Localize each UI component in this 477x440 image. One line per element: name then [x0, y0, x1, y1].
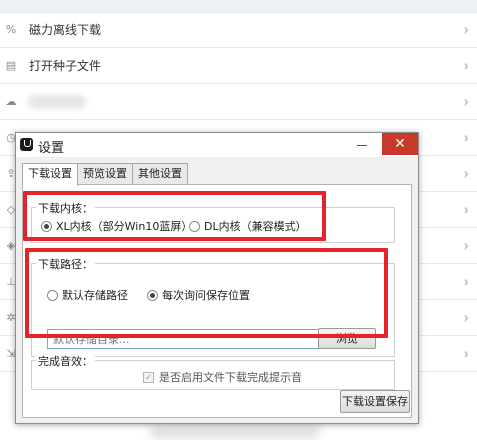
blurred-footer: [150, 425, 320, 439]
dialog-title: 设置: [38, 141, 65, 156]
kernel-option-dl[interactable]: DL内核（兼容模式）: [189, 218, 307, 234]
chevron-right-icon: ›: [463, 164, 469, 183]
kernel-option-xl[interactable]: XL内核（部分Win10蓝屏）: [41, 218, 192, 234]
path-option-ask[interactable]: 每次询问保存位置: [147, 287, 250, 303]
browse-button[interactable]: 浏览: [318, 328, 376, 349]
menu-item-magnet[interactable]: % 磁力离线下载 ›: [0, 12, 477, 48]
sound-checkbox-label: 是否启用文件下载完成提示音: [159, 371, 302, 384]
chevron-right-icon: ›: [463, 200, 469, 219]
sound-checkbox-row[interactable]: ✓ 是否启用文件下载完成提示音: [143, 369, 302, 385]
sound-group-label: 完成音效：: [36, 353, 95, 369]
chevron-right-icon: ›: [463, 272, 469, 291]
minimize-button[interactable]: [348, 133, 376, 155]
path-option-default[interactable]: 默认存储路径: [47, 287, 128, 303]
chevron-right-icon: ›: [463, 308, 469, 327]
sound-group: 完成音效： ✓ 是否启用文件下载完成提示音: [31, 353, 395, 390]
blurred-label: [28, 94, 86, 109]
chevron-right-icon: ›: [463, 344, 469, 363]
menu-item-label: 磁力离线下载: [29, 23, 102, 37]
download-path-label: 下载路径：: [36, 256, 95, 272]
tab-download-settings[interactable]: 下载设置: [22, 163, 78, 186]
radio-button[interactable]: [47, 289, 58, 301]
path-option-default-label: 默认存储路径: [62, 289, 128, 302]
radio-button[interactable]: [41, 220, 52, 232]
menu-item-open-torrent[interactable]: ▤ 打开种子文件 ›: [0, 48, 477, 84]
close-button[interactable]: ✕: [382, 133, 418, 155]
app-logo-icon: [20, 138, 33, 151]
settings-tabs: 下载设置 预览设置 其他设置: [22, 163, 188, 186]
radio-button[interactable]: [189, 220, 200, 232]
path-option-ask-label: 每次询问保存位置: [162, 289, 250, 302]
chevron-right-icon: ›: [463, 128, 469, 147]
download-path-group: 下载路径： 默认存储路径 每次询问保存位置 浏览: [31, 256, 395, 357]
download-path-input[interactable]: [47, 329, 322, 349]
kernel-group-label: 下载内核：: [36, 200, 95, 216]
link-icon: %: [5, 23, 17, 36]
kernel-option-xl-label: XL内核（部分Win10蓝屏）: [56, 220, 193, 233]
chevron-right-icon: ›: [463, 56, 469, 75]
menu-item-label: 打开种子文件: [29, 59, 102, 73]
settings-panel: 下载内核： XL内核（部分Win10蓝屏） DL内核（兼容模式） 下载路径： 默…: [22, 184, 412, 418]
dialog-titlebar[interactable]: 设置 ✕: [16, 133, 418, 157]
cloud-icon: ☁: [5, 95, 17, 108]
tab-other-settings[interactable]: 其他设置: [132, 163, 188, 184]
tab-preview-settings[interactable]: 预览设置: [77, 163, 133, 184]
radio-button[interactable]: [147, 289, 158, 301]
kernel-option-dl-label: DL内核（兼容模式）: [204, 220, 307, 233]
sound-checkbox[interactable]: ✓: [143, 371, 154, 383]
save-settings-button[interactable]: 下载设置保存: [340, 390, 410, 413]
chevron-right-icon: ›: [463, 236, 469, 255]
chevron-right-icon: ›: [463, 92, 469, 111]
menu-item-cloud[interactable]: ☁ ›: [0, 84, 477, 120]
settings-dialog: 设置 ✕ 下载设置 预览设置 其他设置 下载内核： XL内核（部分Win10蓝屏…: [15, 132, 419, 424]
chevron-right-icon: ›: [463, 20, 469, 39]
kernel-group: 下载内核： XL内核（部分Win10蓝屏） DL内核（兼容模式）: [31, 200, 395, 243]
file-icon: ▤: [5, 59, 17, 72]
